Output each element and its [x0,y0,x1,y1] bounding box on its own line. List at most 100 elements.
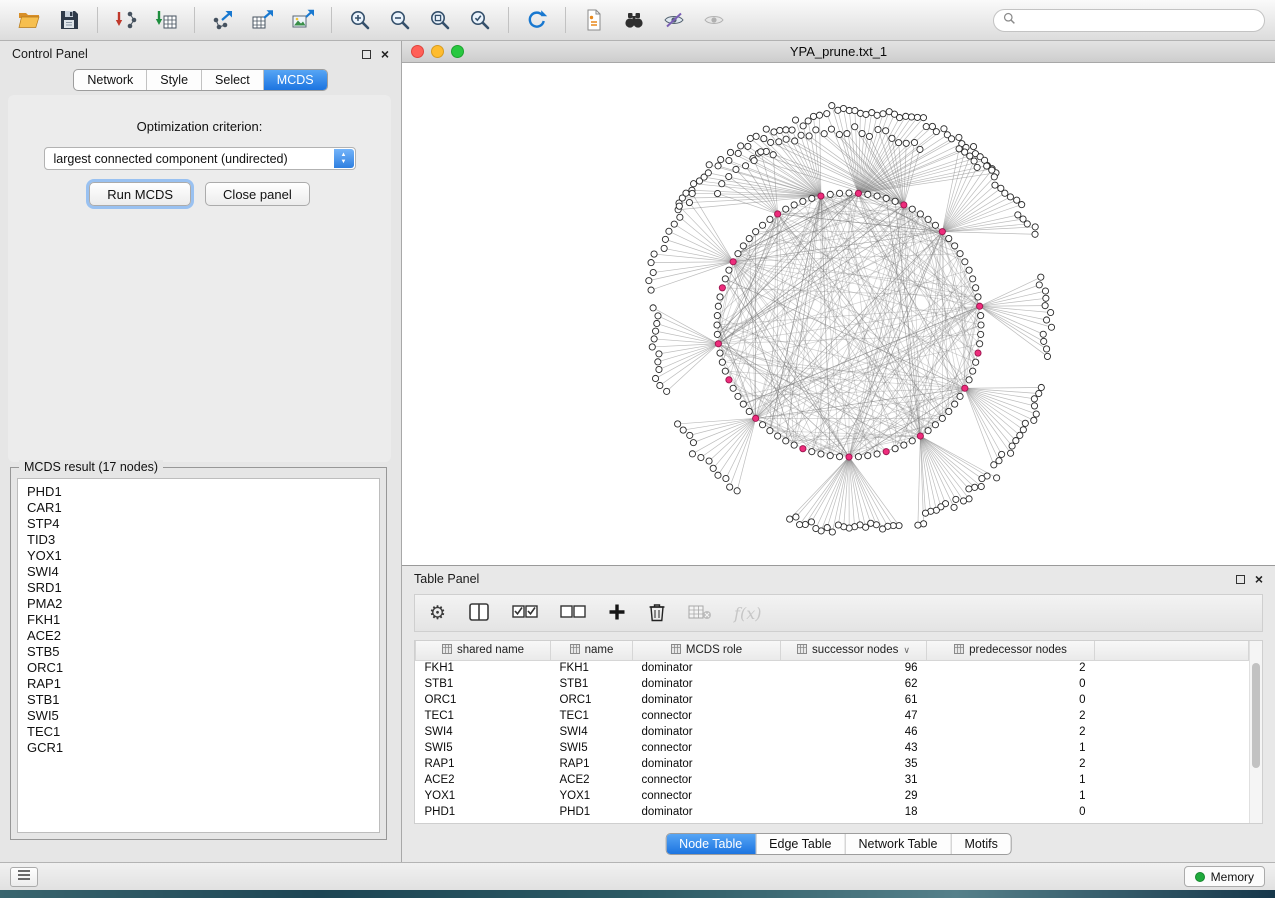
tab-network-table[interactable]: Network Table [845,834,951,854]
mcds-result-item[interactable]: TEC1 [18,724,379,740]
run-mcds-button[interactable]: Run MCDS [89,182,191,206]
mcds-result-item[interactable]: STB1 [18,692,379,708]
mcds-result-list[interactable]: PHD1CAR1STP4TID3YOX1SWI4SRD1PMA2FKH1ACE2… [17,478,380,833]
table-row[interactable]: STB1STB1dominator620 [416,676,1249,692]
mcds-result-item[interactable]: STB5 [18,644,379,660]
window-maximize-light[interactable] [451,45,464,58]
mcds-result-item[interactable]: ACE2 [18,628,379,644]
close-mcds-panel-button[interactable]: Close panel [205,182,310,206]
table-cell: dominator [633,756,781,772]
window-close-light[interactable] [411,45,424,58]
open-session-button[interactable] [10,3,48,37]
checked-boxes-icon [512,603,538,624]
export-table-button[interactable] [244,3,282,37]
node-table: shared name name MCDS role successor nod… [414,640,1263,824]
export-network-button[interactable] [204,3,242,37]
tab-network[interactable]: Network [74,70,146,90]
column-header-mcds-role[interactable]: MCDS role [633,641,781,660]
close-panel-icon[interactable]: × [381,47,389,61]
mcds-result-item[interactable]: PMA2 [18,596,379,612]
zoom-out-button[interactable] [381,3,419,37]
table-row[interactable]: YOX1YOX1connector291 [416,788,1249,804]
criterion-select[interactable]: largest connected component (undirected)… [44,147,356,170]
import-network-icon [114,8,138,32]
table-row[interactable]: TEC1TEC1connector472 [416,708,1249,724]
tab-motifs[interactable]: Motifs [950,834,1010,854]
table-cell: 29 [781,788,927,804]
save-session-button[interactable] [50,3,88,37]
create-column-button[interactable] [608,598,626,628]
table-panel-tabs: Node Table Edge Table Network Table Moti… [665,833,1012,855]
mcds-result-item[interactable]: YOX1 [18,548,379,564]
table-row[interactable]: SWI5SWI5connector431 [416,740,1249,756]
mcds-result-item[interactable]: GCR1 [18,740,379,756]
show-all-button[interactable] [695,3,733,37]
tab-mcds[interactable]: MCDS [263,70,327,90]
refresh-view-button[interactable] [518,3,556,37]
table-cell: 35 [781,756,927,772]
toolbar-separator [194,7,195,33]
mcds-result-item[interactable]: STP4 [18,516,379,532]
select-all-columns-button[interactable] [512,598,538,628]
column-header-predecessor-nodes[interactable]: predecessor nodes [927,641,1095,660]
tab-style[interactable]: Style [146,70,201,90]
mcds-result-item[interactable]: FKH1 [18,612,379,628]
import-network-button[interactable] [107,3,145,37]
copy-style-button[interactable] [575,3,613,37]
table-cell: 2 [927,724,1095,740]
table-row[interactable]: FKH1FKH1dominator962 [416,660,1249,676]
column-header-successor-nodes[interactable]: successor nodes∨ [781,641,927,660]
export-image-button[interactable] [284,3,322,37]
network-canvas[interactable] [402,63,1273,564]
criterion-selected-value: largest connected component (undirected) [54,152,288,166]
mcds-tab-content: Optimization criterion: largest connecte… [8,95,391,462]
table-row[interactable]: ACE2ACE2connector311 [416,772,1249,788]
table-settings-button[interactable]: ⚙ [429,598,446,628]
table-row[interactable]: PHD1PHD1dominator180 [416,804,1249,820]
network-view-title: YPA_prune.txt_1 [402,44,1275,59]
delete-column-button[interactable] [648,598,666,628]
mcds-result-item[interactable]: TID3 [18,532,379,548]
close-table-panel-icon[interactable]: × [1255,572,1263,586]
show-columns-button[interactable] [468,598,490,628]
import-table-button[interactable] [147,3,185,37]
mcds-result-item[interactable]: PHD1 [18,484,379,500]
window-minimize-light[interactable] [431,45,444,58]
trash-icon [648,602,666,625]
mcds-result-item[interactable]: RAP1 [18,676,379,692]
tab-edge-table[interactable]: Edge Table [755,834,844,854]
column-header-shared-name[interactable]: shared name [416,641,551,660]
table-vertical-scrollbar[interactable] [1249,641,1262,823]
table-row[interactable]: RAP1RAP1dominator352 [416,756,1249,772]
float-table-panel-icon[interactable] [1236,575,1245,584]
table-cell-filler [1095,772,1249,788]
mcds-result-item[interactable]: CAR1 [18,500,379,516]
first-neighbors-button[interactable] [615,3,653,37]
hide-selected-button[interactable] [655,3,693,37]
eye-slash-icon [662,8,686,32]
table-row[interactable]: SWI4SWI4dominator462 [416,724,1249,740]
mcds-result-item[interactable]: ORC1 [18,660,379,676]
float-panel-icon[interactable] [362,50,371,59]
tab-node-table[interactable]: Node Table [666,834,755,854]
table-cell: ACE2 [551,772,633,788]
plus-icon [608,603,626,624]
table-row[interactable]: ORC1ORC1dominator610 [416,692,1249,708]
table-cell-filler [1095,788,1249,804]
network-view-panel: YPA_prune.txt_1 [402,41,1275,565]
tab-select[interactable]: Select [201,70,263,90]
zoom-fit-button[interactable] [421,3,459,37]
status-menu-button[interactable] [10,867,38,887]
column-header-name[interactable]: name [551,641,633,660]
mcds-result-item[interactable]: SRD1 [18,580,379,596]
mcds-result-item[interactable]: SWI4 [18,564,379,580]
search-input[interactable] [1022,13,1255,27]
column-header-filler [1095,641,1249,660]
scrollbar-thumb[interactable] [1252,663,1260,768]
memory-button[interactable]: Memory [1184,866,1265,887]
zoom-in-button[interactable] [341,3,379,37]
zoom-selected-button[interactable] [461,3,499,37]
binoculars-icon [622,8,646,32]
mcds-result-item[interactable]: SWI5 [18,708,379,724]
deselect-all-columns-button[interactable] [560,598,586,628]
